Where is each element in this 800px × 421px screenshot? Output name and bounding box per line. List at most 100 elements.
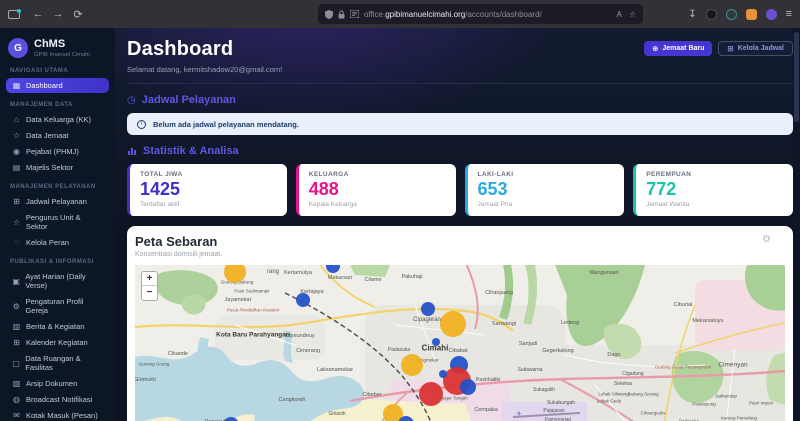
recording-indicator	[17, 9, 21, 13]
sidebar-item-label: Data Keluarga (KK)	[26, 115, 91, 124]
sidebar-item-label: Pejabat (PHMJ)	[26, 147, 79, 156]
sidebar-item-pengurus-unit-sektor[interactable]: ☆Pengurus Unit & Sektor	[6, 210, 109, 234]
app-logo[interactable]: G ChMS GPIB Imanuel Cimahi	[8, 38, 107, 58]
map-marker-blue[interactable]	[223, 417, 239, 421]
map-marker-yellow[interactable]	[401, 354, 423, 376]
map-marker-yellow[interactable]	[224, 265, 246, 283]
sidebar-item-pengaturan-profil-gereja[interactable]: ⚙Pengaturan Profil Gereja	[6, 294, 109, 318]
sidebar-nav: NAVIGASI UTAMA▦DashboardMANAJEMEN DATA⌂D…	[6, 68, 109, 421]
app-subtitle: GPIB Imanuel Cimahi	[34, 52, 90, 58]
zoom-in-button[interactable]: +	[142, 272, 157, 286]
plus-icon: ⊕	[652, 44, 658, 53]
nav-section-label: PUBLIKASI & INFORMASI	[10, 259, 105, 265]
extension-icon[interactable]	[726, 9, 737, 20]
map-marker-yellow[interactable]	[440, 311, 466, 337]
header-divider	[127, 83, 793, 84]
sidebar-item-jadwal-pelayanan[interactable]: ⊞Jadwal Pelayanan	[6, 194, 109, 209]
service-schedule-icon: ⊞	[12, 197, 21, 206]
map-title: Peta Sebaran	[135, 234, 222, 249]
manage-schedule-button[interactable]: ⊞ Kelola Jadwal	[718, 41, 793, 56]
stat-label: LAKI-LAKI	[478, 171, 615, 178]
calendar-icon: ⊞	[12, 338, 21, 347]
nav-section-label: NAVIGASI UTAMA	[10, 68, 105, 74]
sidebar-item-data-keluarga-kk[interactable]: ⌂ Data Keluarga (KK)	[6, 112, 109, 127]
sidebar-item-kalender-kegiatan[interactable]: ⊞Kalender Kegiatan	[6, 335, 109, 350]
sidebar-item-label: Kotak Masuk (Pesan)	[26, 411, 98, 420]
page-title: Dashboard	[127, 38, 282, 61]
sidebar-item-label: Berita & Kegiatan	[26, 322, 84, 331]
zoom-out-button[interactable]: −	[142, 286, 157, 300]
sidebar-item-kelola-peran[interactable]: ◌Kelola Peran	[6, 235, 109, 250]
daily-verse-icon: ▣	[12, 277, 20, 286]
menu-icon[interactable]: ≡	[786, 8, 792, 20]
sidebar-item-dashboard[interactable]: ▦Dashboard	[6, 78, 109, 93]
reload-icon[interactable]: ⟳	[70, 8, 86, 21]
family-data-icon: ⌂	[12, 115, 21, 124]
statistics-section-heading: Statistik & Analisa	[127, 145, 793, 157]
sidebar-item-kotak-masuk-pesan[interactable]: ✉ Kotak Masuk (Pesan)	[6, 408, 109, 421]
sidebar-item-majelis-sektor[interactable]: ▤ Majelis Sektor	[6, 160, 109, 175]
stat-value: 772	[646, 180, 783, 199]
translate-icon[interactable]: A	[616, 10, 621, 19]
stat-card-laki-laki: LAKI-LAKI653Jemaat Pria	[465, 164, 625, 216]
shield-icon[interactable]	[325, 10, 333, 19]
stat-card-perempuan: PEREMPUAN772Jemaat Wanita	[633, 164, 793, 216]
sidebar-item-arsip-dokumen[interactable]: ▧Arsip Dokumen	[6, 376, 109, 391]
sector-council-icon: ▤	[12, 163, 21, 172]
extension-icon[interactable]	[706, 9, 717, 20]
sidebar-item-label: Kelola Peran	[26, 238, 69, 247]
lock-icon[interactable]	[338, 10, 345, 19]
calendar-icon: ⊞	[727, 44, 733, 53]
sidebar-item-pejabat-phmj[interactable]: ◉ Pejabat (PHMJ)	[6, 144, 109, 159]
sidebar-item-label: Arsip Dokumen	[26, 379, 77, 388]
sidebar-item-ayat-harian-daily-verse[interactable]: ▣Ayat Harian (Daily Verse)	[6, 269, 109, 293]
facility-icon: ▢	[12, 359, 20, 368]
sidebar-item-berita-kegiatan[interactable]: ▥Berita & Kegiatan	[6, 319, 109, 334]
sidebar-item-broadcast-notifikasi[interactable]: ◍ Broadcast Notifikasi	[6, 392, 109, 407]
map-subtitle: Konsentrasi domisili jemaat.	[135, 251, 222, 258]
leaflet-map[interactable]: rangKertamulyaMekarsariCilamePakuhajiWan…	[135, 265, 785, 421]
map-marker-blue[interactable]	[421, 302, 435, 316]
forward-icon[interactable]: →	[50, 8, 66, 20]
no-schedule-alert: i Belum ada jadwal pelayanan mendatang.	[127, 113, 793, 135]
stat-label: KELUARGA	[309, 171, 446, 178]
extension-icon[interactable]	[746, 9, 757, 20]
map-marker-blue[interactable]	[296, 293, 310, 307]
map-marker-blue[interactable]	[326, 265, 340, 273]
stat-sublabel: Jemaat Pria	[478, 201, 615, 208]
bookmark-star-icon[interactable]: ☆	[629, 10, 636, 19]
sidebar-item-label: Data Jemaat	[26, 131, 69, 140]
broadcast-icon: ◍	[12, 395, 21, 404]
sidebar-item-label: Majelis Sektor	[26, 163, 73, 172]
map-marker-blue[interactable]	[439, 370, 447, 378]
map-marker-blue[interactable]	[460, 379, 476, 395]
stats-row: TOTAL JIWA1425Terdaftar aktifKELUARGA488…	[127, 164, 793, 216]
map-marker-blue[interactable]	[432, 338, 440, 346]
screen: ← → ⟳ office.gpibimanuelcimahi.org/accou…	[0, 0, 800, 421]
map-marker-yellow[interactable]	[383, 404, 403, 421]
dashboard-icon: ▦	[12, 81, 21, 90]
inbox-icon: ✉	[12, 411, 21, 420]
sidebar-item-label: Data Ruangan & Fasilitas	[25, 354, 103, 372]
sidebar-item-data-ruangan-fasilitas[interactable]: ▢ Data Ruangan & Fasilitas	[6, 351, 109, 375]
map-zoom-control: + −	[141, 271, 158, 301]
tab-icon[interactable]	[8, 10, 20, 19]
page-scrollbar[interactable]	[793, 28, 800, 421]
gear-icon[interactable]: ⚙	[762, 234, 771, 245]
stat-value: 1425	[140, 180, 277, 199]
sidebar-item-label: Broadcast Notifikasi	[26, 395, 92, 404]
back-icon[interactable]: ←	[30, 8, 46, 20]
new-member-button[interactable]: ⊕ Jemaat Baru	[644, 41, 712, 56]
downloads-icon[interactable]: ↧	[688, 9, 696, 20]
unit-board-icon: ☆	[12, 218, 21, 227]
schedule-section-heading: ◷ Jadwal Pelayanan	[127, 94, 793, 106]
url-bar[interactable]: office.gpibimanuelcimahi.org/accounts/da…	[318, 4, 643, 24]
bar-chart-icon	[127, 146, 137, 156]
sidebar-item-data-jemaat[interactable]: ☆Data Jemaat	[6, 128, 109, 143]
extension-icon[interactable]	[766, 9, 777, 20]
stat-label: PEREMPUAN	[646, 171, 783, 178]
reader-mode-icon[interactable]	[350, 10, 359, 18]
map-marker-red[interactable]	[419, 382, 443, 406]
official-icon: ◉	[12, 147, 21, 156]
scrollbar-thumb[interactable]	[794, 32, 799, 122]
